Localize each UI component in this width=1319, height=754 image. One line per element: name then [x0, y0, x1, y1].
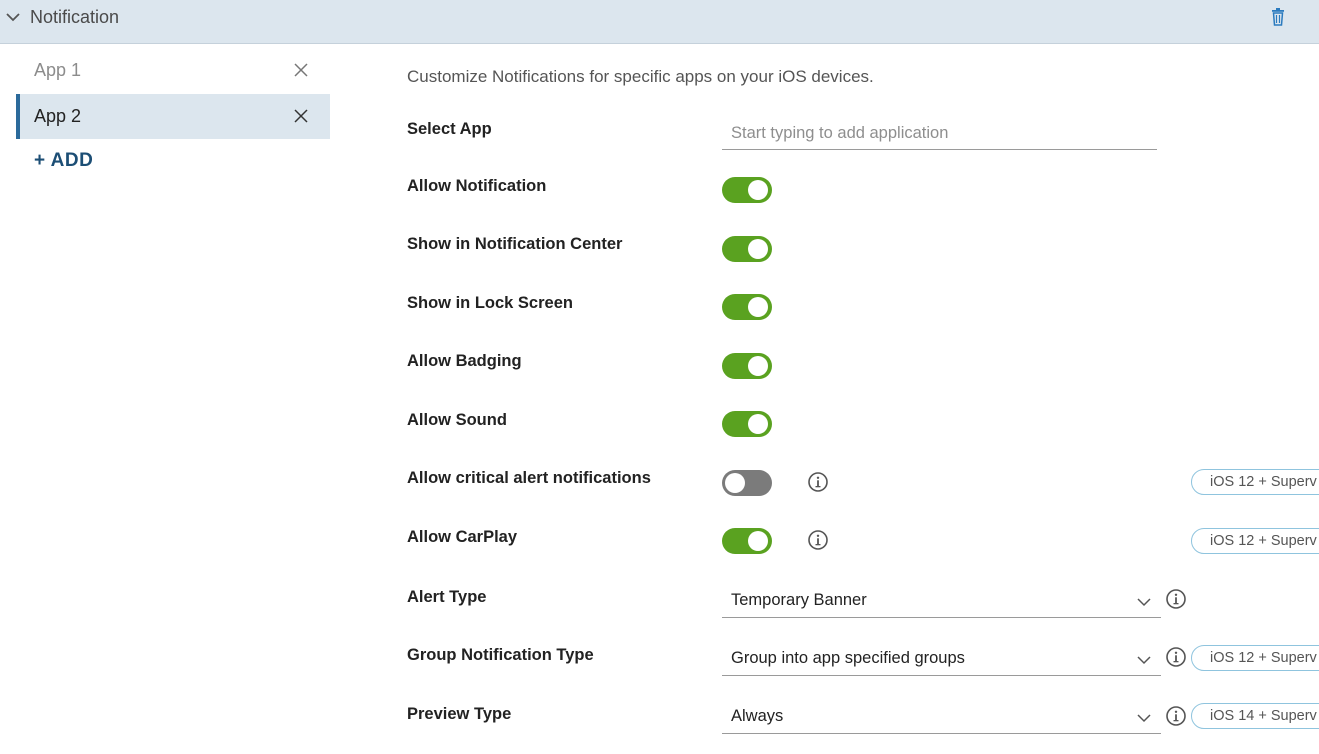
sidebar-item-app-2[interactable]: App 2: [16, 94, 330, 139]
add-app-button[interactable]: + ADD: [34, 150, 93, 172]
group-notification-type-label: Group Notification Type: [407, 646, 594, 664]
toggle-knob: [748, 239, 768, 259]
toggle-knob: [748, 180, 768, 200]
group-notification-type-select[interactable]: Group into app specified groups: [722, 643, 1161, 676]
toggle-knob: [748, 531, 768, 551]
page-description: Customize Notifications for specific app…: [407, 67, 874, 86]
allow-notification-label: Allow Notification: [407, 177, 547, 195]
info-icon[interactable]: [807, 471, 829, 493]
chevron-down-icon: [1137, 656, 1151, 665]
preview-type-select[interactable]: Always: [722, 701, 1161, 734]
allow-badging-toggle[interactable]: [722, 353, 772, 379]
preview-type-label: Preview Type: [407, 705, 512, 723]
chevron-down-icon: [1137, 598, 1151, 607]
allow-badging-label: Allow Badging: [407, 352, 522, 370]
select-app-input[interactable]: [722, 118, 1157, 150]
allow-critical-alert-toggle[interactable]: [722, 470, 772, 496]
ios-version-badge: iOS 12 + Superv: [1191, 469, 1319, 495]
allow-carplay-toggle[interactable]: [722, 528, 772, 554]
info-icon[interactable]: [1165, 705, 1187, 727]
alert-type-select[interactable]: Temporary Banner: [722, 585, 1161, 618]
sidebar-item-app-1[interactable]: App 1: [16, 48, 330, 93]
toggle-knob: [748, 356, 768, 376]
close-icon[interactable]: [292, 107, 310, 125]
show-in-notification-center-label: Show in Notification Center: [407, 235, 623, 253]
sidebar-item-label: App 2: [34, 106, 82, 126]
allow-carplay-label: Allow CarPlay: [407, 528, 518, 546]
select-value: Always: [731, 707, 784, 725]
ios-version-badge: iOS 12 + Superv: [1191, 645, 1319, 671]
info-icon[interactable]: [807, 529, 829, 551]
show-in-lock-screen-label: Show in Lock Screen: [407, 294, 573, 312]
info-icon[interactable]: [1165, 646, 1187, 668]
select-app-label: Select App: [407, 120, 492, 138]
toggle-knob: [748, 297, 768, 317]
toggle-knob: [748, 414, 768, 434]
trash-icon[interactable]: [1268, 7, 1288, 27]
select-value: Temporary Banner: [731, 591, 867, 609]
section-title: Notification: [30, 7, 120, 27]
select-value: Group into app specified groups: [731, 649, 965, 667]
show-in-lock-screen-toggle[interactable]: [722, 294, 772, 320]
notification-profile-page: Notification App 1 App 2 + ADD Customize…: [0, 0, 1319, 754]
alert-type-label: Alert Type: [407, 588, 487, 606]
close-icon[interactable]: [292, 61, 310, 79]
allow-sound-label: Allow Sound: [407, 411, 507, 429]
allow-sound-toggle[interactable]: [722, 411, 772, 437]
ios-version-badge: iOS 14 + Superv: [1191, 703, 1319, 729]
sidebar-item-label: App 1: [34, 60, 82, 80]
info-icon[interactable]: [1165, 588, 1187, 610]
ios-version-badge: iOS 12 + Superv: [1191, 528, 1319, 554]
allow-critical-alert-label: Allow critical alert notifications: [407, 469, 651, 487]
show-in-notification-center-toggle[interactable]: [722, 236, 772, 262]
section-header[interactable]: Notification: [0, 0, 1319, 44]
allow-notification-toggle[interactable]: [722, 177, 772, 203]
chevron-down-icon[interactable]: [4, 8, 22, 26]
chevron-down-icon: [1137, 714, 1151, 723]
toggle-knob: [725, 473, 745, 493]
